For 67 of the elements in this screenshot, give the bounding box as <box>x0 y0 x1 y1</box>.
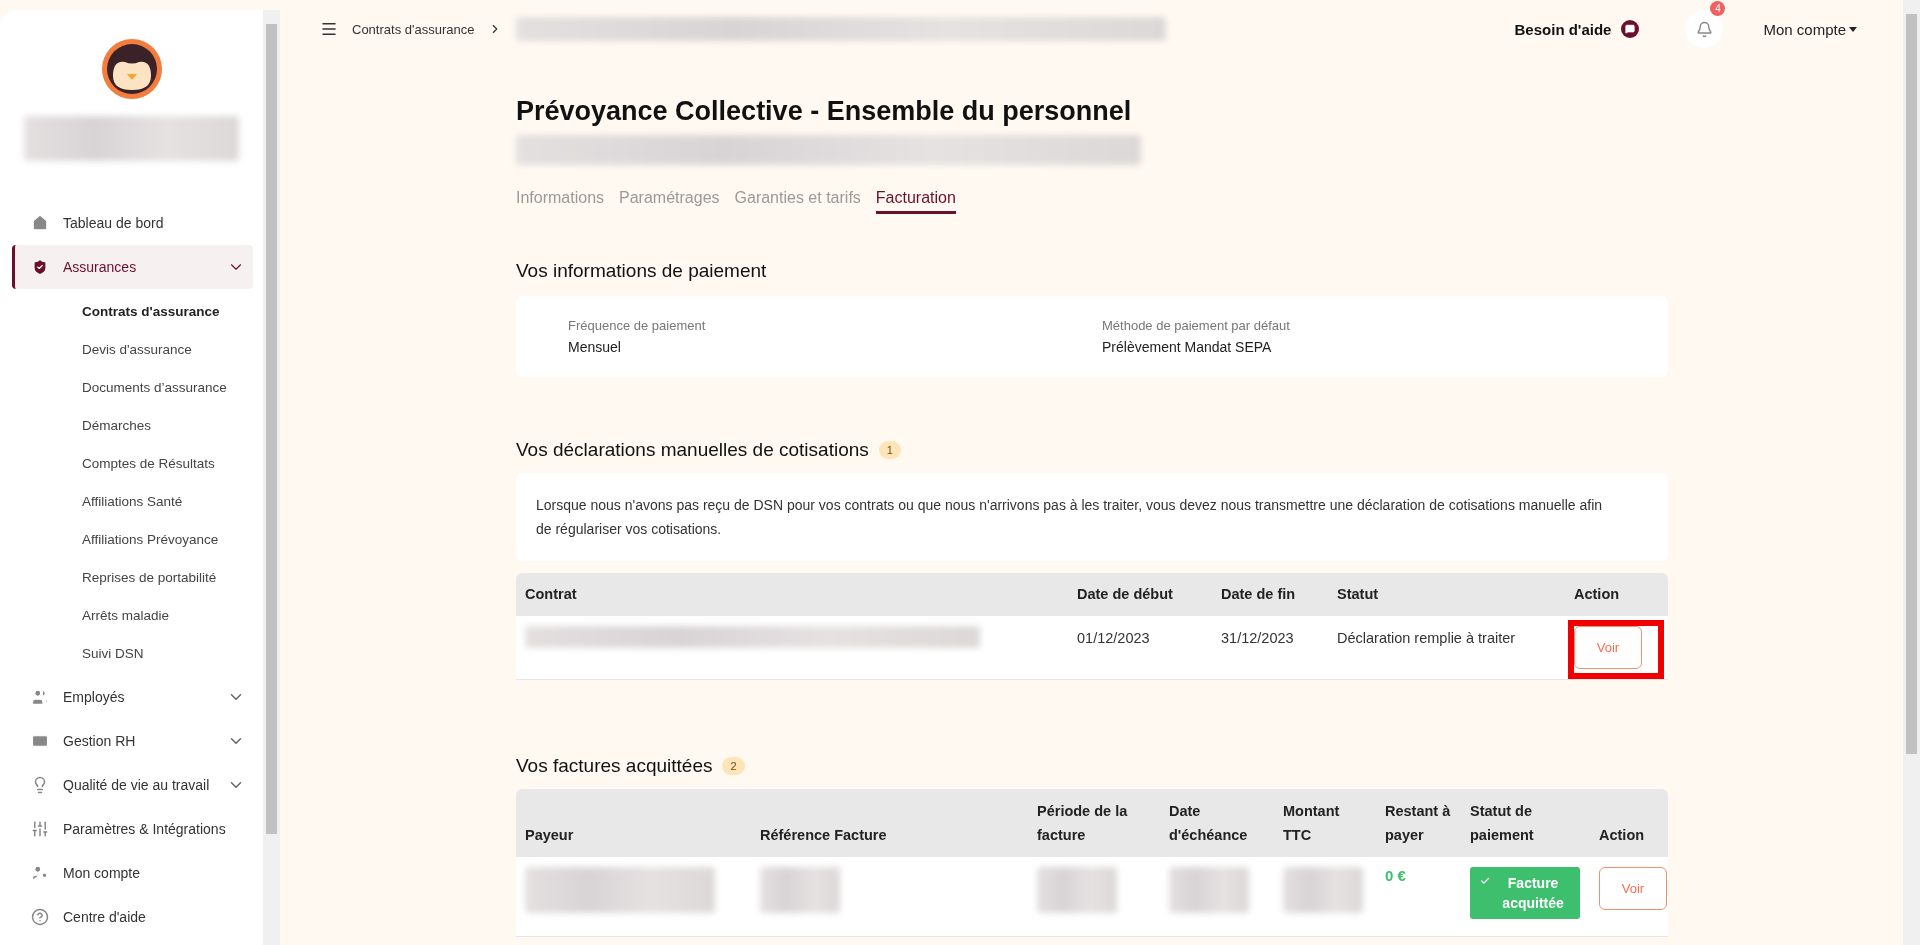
remaining-amount: 0 € <box>1384 867 1407 884</box>
nav-icon <box>31 214 49 232</box>
column-header: Date de début <box>1076 585 1174 604</box>
column-header: Contrat <box>524 585 578 604</box>
description-text: Lorsque nous n'avons pas reçu de DSN pour vos contrats ou que nous n'arrivons pas à les traiter, vous devez nous transmettre une déclaration de cotisations manuelle afin de régulariser vos cotisations. <box>516 473 1668 561</box>
account-menu[interactable]: Mon compte <box>1757 19 1863 39</box>
sidebar-item[interactable]: Gestion RH <box>12 719 253 763</box>
menu-icon[interactable] <box>320 20 338 38</box>
scrollbar[interactable] <box>1903 0 1920 945</box>
sidebar-subitem[interactable]: Affiliations Santé <box>0 486 263 517</box>
help-link[interactable]: Besoin d'aide <box>1514 20 1612 38</box>
sidebar-subitem[interactable]: Arrêts maladie <box>0 600 263 631</box>
notification-count: 4 <box>1710 1 1726 16</box>
column-header: Montant TTC <box>1282 802 1341 845</box>
table-cell-text: 31/12/2023 <box>1220 629 1295 648</box>
sidebar-subitem[interactable]: Reprises de portabilité <box>0 562 263 593</box>
tab[interactable]: Facturation <box>875 189 956 214</box>
caret-icon <box>1849 26 1857 32</box>
page-title: Prévoyance Collective - Ensemble du personnel <box>516 96 1133 127</box>
sidebar-subitem[interactable]: Affiliations Prévoyance <box>0 524 263 555</box>
sidebar-item[interactable]: Assurances <box>12 245 253 289</box>
column-header: Référence Facture <box>759 826 888 845</box>
sidebar-item[interactable]: Mon compte <box>12 851 253 895</box>
section-title: Vos informations de paiement <box>516 260 767 282</box>
scrollbar[interactable] <box>263 10 280 945</box>
bell-icon <box>1695 20 1713 38</box>
notifications-button[interactable] <box>1685 10 1724 48</box>
field-label: Méthode de paiement par défaut <box>1102 318 1291 333</box>
column-header: Date de fin <box>1220 585 1297 604</box>
field-value: Mensuel <box>568 339 622 355</box>
column-header: Restant à payer <box>1384 802 1452 845</box>
field-label: Fréquence de paiement <box>568 318 707 333</box>
sidebar-item[interactable]: Centre d'aide <box>12 895 253 939</box>
column-header: Action <box>1573 585 1621 604</box>
sidebar-subitem[interactable]: Démarches <box>0 410 263 441</box>
sidebar-item[interactable]: Paramètres & Intégrations <box>12 807 253 851</box>
sidebar-subitem[interactable]: Devis d'assurance <box>0 334 263 365</box>
sidebar-item[interactable]: Qualité de vie au travail <box>12 763 253 807</box>
penguin-logo <box>100 38 163 100</box>
column-header: Statut <box>1336 585 1380 604</box>
breadcrumb-link[interactable]: Contrats d'assurance <box>352 21 475 37</box>
sidebar-subitem[interactable]: Documents d’assurance <box>0 372 263 403</box>
chat-icon[interactable] <box>1621 20 1640 38</box>
count-badge: 1 <box>878 441 901 459</box>
nav-icon <box>31 688 49 706</box>
sidebar-subitem[interactable]: Contrats d'assurance <box>0 296 263 327</box>
nav-icon <box>31 820 49 838</box>
nav-icon <box>31 864 49 882</box>
column-header: Date d'échéance <box>1168 802 1249 845</box>
sidebar-item[interactable]: Employés <box>12 675 253 719</box>
section-title: Vos factures acquittées <box>516 755 713 777</box>
nav-icon <box>31 908 49 926</box>
column-header: Payeur <box>524 826 575 845</box>
payment-status-badge: Facture acquittée <box>1470 867 1580 919</box>
section-title: Vos déclarations manuelles de cotisations <box>516 439 869 461</box>
field-value: Prélèvement Mandat SEPA <box>1102 339 1273 355</box>
column-header: Période de la facture <box>1036 802 1129 845</box>
column-header: Statut de paiement <box>1469 802 1535 845</box>
nav-icon <box>31 258 49 276</box>
column-header: Action <box>1598 826 1646 845</box>
table-cell-text: 01/12/2023 <box>1076 629 1151 648</box>
table-cell-text: Déclaration remplie à traiter <box>1336 629 1517 648</box>
sidebar-item[interactable]: Tableau de bord <box>12 201 253 245</box>
count-badge: 2 <box>722 757 745 775</box>
nav-icon <box>31 732 49 750</box>
sidebar-subitem[interactable]: Comptes de Résultats <box>0 448 263 479</box>
sidebar-subitem[interactable]: Suivi DSN <box>0 638 263 669</box>
